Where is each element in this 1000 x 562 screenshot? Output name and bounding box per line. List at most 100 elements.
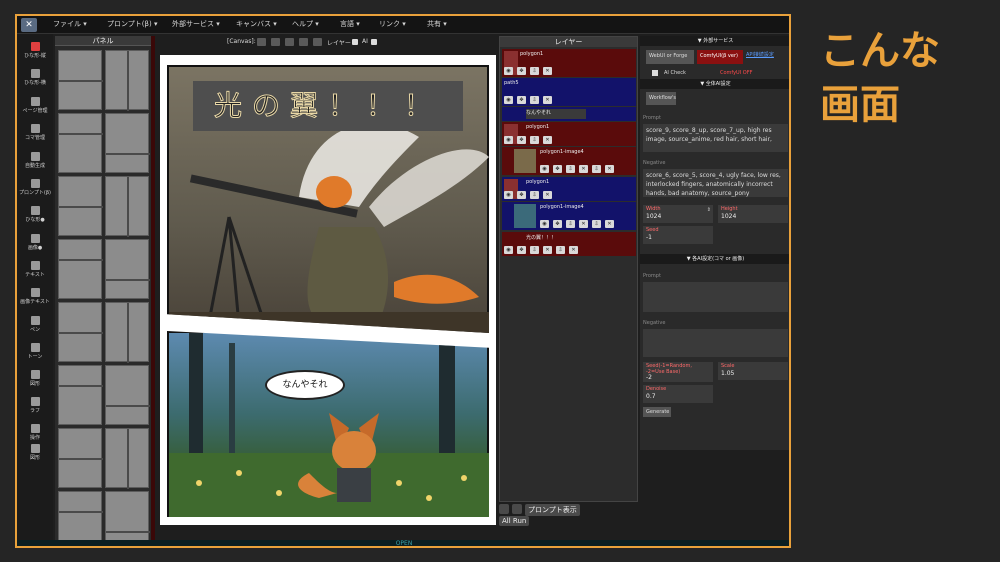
layer-row[interactable]: polygon1-image4 ◉ ✥ ⇩ ✕ ⇩ ✕: [502, 202, 636, 230]
panel-template-thumb[interactable]: [105, 50, 149, 111]
workflows-button[interactable]: Workflow's: [646, 92, 676, 105]
comic-panel-bottom[interactable]: なんやそれ: [167, 331, 489, 517]
download-icon[interactable]: [257, 38, 266, 46]
zoom-in-icon[interactable]: [271, 38, 280, 46]
tool-button[interactable]: 図形: [17, 444, 53, 461]
download-icon[interactable]: ⇩: [566, 220, 575, 228]
move-icon[interactable]: ✥: [517, 96, 526, 104]
menu-item[interactable]: 共有 ▾: [427, 19, 447, 29]
move-icon[interactable]: ✥: [517, 136, 526, 144]
download-icon[interactable]: ⇩: [530, 246, 539, 254]
layer-row[interactable]: polygon1 ◉ ✥ ⇩ ✕: [502, 177, 636, 201]
each-ai-header[interactable]: ▼ 各AI設定(コマ or 画像): [640, 254, 789, 264]
height-field[interactable]: Height 1024: [718, 205, 788, 223]
menu-item[interactable]: プロンプト(β) ▾: [107, 19, 157, 29]
download-icon[interactable]: ⇩: [530, 191, 539, 199]
close-icon[interactable]: ✕: [543, 191, 552, 199]
tool-button[interactable]: ページ管理: [17, 97, 53, 114]
image-icon[interactable]: [313, 38, 322, 46]
seed-field[interactable]: Seed -1: [643, 226, 713, 244]
spinner-icon[interactable]: ⇕: [707, 207, 711, 213]
tool-button[interactable]: ラフ: [17, 397, 53, 414]
all-run-button[interactable]: All Run: [499, 516, 530, 526]
negative-textarea[interactable]: score_6, score_5, score_4, ugly face, lo…: [643, 169, 788, 197]
speech-bubble[interactable]: なんやそれ: [265, 370, 345, 400]
generate-button[interactable]: Generate: [643, 407, 671, 417]
arrow-up-icon[interactable]: [499, 504, 509, 514]
scale-field[interactable]: Scale 1.05: [718, 362, 788, 380]
download-icon[interactable]: ⇩: [566, 165, 575, 173]
comic-page[interactable]: 光の翼！！！ なんやそれ: [160, 55, 496, 525]
width-field[interactable]: Width 1024 ⇕: [643, 205, 713, 223]
download-icon[interactable]: ⇩: [592, 220, 601, 228]
tool-button[interactable]: ペン: [17, 316, 53, 333]
tool-button[interactable]: 画像●: [17, 234, 53, 251]
visibility-icon[interactable]: ◉: [504, 96, 513, 104]
comic-panel-top[interactable]: 光の翼！！！: [167, 65, 489, 333]
panel-template-thumb[interactable]: [58, 302, 103, 362]
arrow-down-icon[interactable]: [512, 504, 522, 514]
layer-row[interactable]: polygon1 ◉ ✥ ⇩ ✕: [502, 122, 636, 146]
ai-checkbox[interactable]: [371, 39, 377, 45]
close-icon[interactable]: ✕: [543, 136, 552, 144]
download-icon[interactable]: ⇩: [530, 96, 539, 104]
tool-button[interactable]: 操作: [17, 424, 53, 441]
panel-template-thumb[interactable]: [105, 113, 150, 173]
download-icon[interactable]: ⇩: [556, 246, 565, 254]
layer-row[interactable]: path5 ◉ ✥ ⇩ ✕: [502, 78, 636, 106]
panel-template-thumb[interactable]: [58, 365, 103, 425]
close-icon[interactable]: ✕: [605, 220, 614, 228]
panel-template-thumb[interactable]: [105, 428, 149, 489]
download-icon[interactable]: ⇩: [530, 67, 539, 75]
visibility-icon[interactable]: ◉: [504, 67, 513, 75]
move-icon[interactable]: ✥: [553, 220, 562, 228]
panel-template-thumb[interactable]: [58, 50, 103, 110]
layer-row[interactable]: なんやそれ: [502, 107, 636, 121]
tool-button[interactable]: 自動生成: [17, 152, 53, 169]
menu-item[interactable]: ヘルプ ▾: [292, 19, 319, 29]
tool-button[interactable]: 画像テキスト: [17, 288, 53, 305]
close-icon[interactable]: ✕: [569, 246, 578, 254]
close-icon[interactable]: ✕: [543, 96, 552, 104]
api-link[interactable]: API接続設定: [746, 51, 774, 58]
tool-button[interactable]: 図形: [17, 370, 53, 387]
open-bar[interactable]: OPEN: [17, 540, 789, 546]
visibility-icon[interactable]: ◉: [540, 220, 549, 228]
panel-template-thumb[interactable]: [105, 365, 150, 425]
webui-button[interactable]: WebUI or Forge: [646, 50, 694, 64]
menu-item[interactable]: 外部サービス ▾: [172, 19, 220, 29]
panel-scrollbar[interactable]: [151, 36, 155, 540]
visibility-icon[interactable]: ◉: [504, 191, 513, 199]
move-icon[interactable]: ✥: [517, 191, 526, 199]
menu-item[interactable]: キャンバス ▾: [236, 19, 277, 29]
prompt2-textarea[interactable]: [643, 282, 788, 312]
visibility-icon[interactable]: ◉: [504, 136, 513, 144]
layer-checkbox[interactable]: [352, 39, 358, 45]
zoom-out-icon[interactable]: [285, 38, 294, 46]
close-icon[interactable]: ✕: [543, 246, 552, 254]
close-icon[interactable]: ✕: [579, 165, 588, 173]
visibility-icon[interactable]: ◉: [504, 246, 513, 254]
panel-template-thumb[interactable]: [58, 176, 103, 236]
download-icon[interactable]: ⇩: [530, 136, 539, 144]
layer-row[interactable]: polygon1-image4 ◉ ✥ ⇩ ✕ ⇩ ✕: [502, 147, 636, 175]
tool-button[interactable]: コマ管理: [17, 124, 53, 141]
show-prompt-button[interactable]: プロンプト表示: [525, 504, 580, 516]
tool-button[interactable]: テキスト: [17, 261, 53, 278]
download-icon[interactable]: ⇩: [592, 165, 601, 173]
tool-button[interactable]: プロンプト(β): [17, 179, 53, 196]
menu-item[interactable]: リンク ▾: [379, 19, 406, 29]
panel-template-thumb[interactable]: [105, 176, 149, 237]
close-icon[interactable]: ✕: [543, 67, 552, 75]
move-icon[interactable]: ✥: [517, 246, 526, 254]
layer-row[interactable]: polygon1 ◉ ✥ ⇩ ✕: [502, 49, 636, 77]
visibility-icon[interactable]: ◉: [540, 165, 549, 173]
denoise-field[interactable]: Denoise 0.7: [643, 385, 713, 403]
seed2-field[interactable]: Seed(-1=Random, -2=Use Base) -2: [643, 362, 713, 382]
tool-button[interactable]: ひな形-横: [17, 69, 53, 86]
negative2-textarea[interactable]: [643, 329, 788, 357]
close-icon[interactable]: ✕: [579, 220, 588, 228]
panel-template-thumb[interactable]: [58, 239, 103, 299]
comfyui-button[interactable]: ComfyUI(β ver): [697, 50, 743, 64]
tool-button[interactable]: ひな形-縦: [17, 42, 53, 59]
